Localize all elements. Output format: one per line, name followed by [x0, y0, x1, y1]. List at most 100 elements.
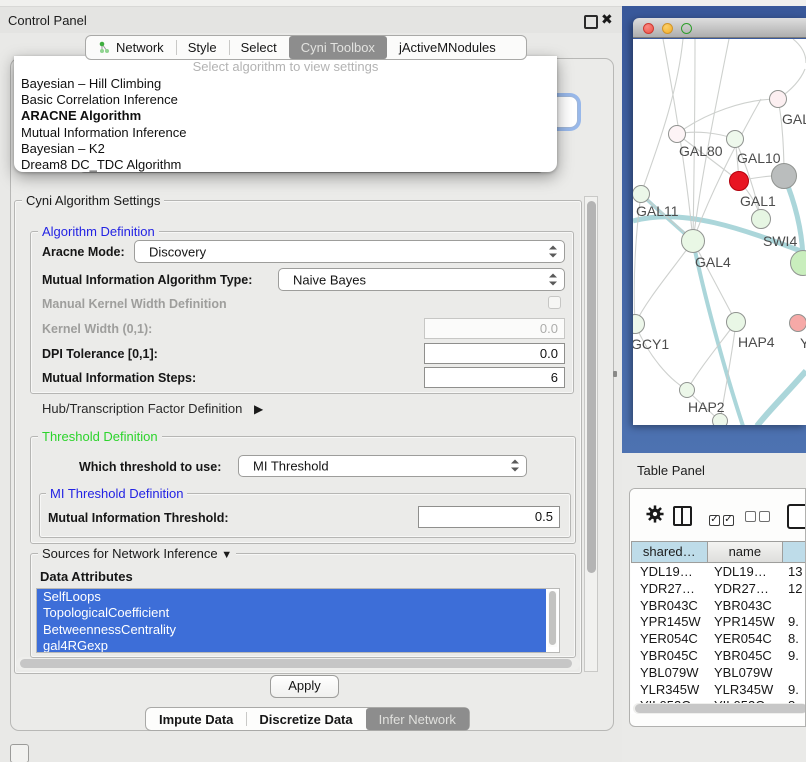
minimized-panel-icon[interactable] — [10, 744, 29, 762]
apply-button[interactable]: Apply — [270, 675, 339, 698]
settings-vertical-scrollbar[interactable] — [584, 196, 598, 672]
unchecked-box-icon — [759, 511, 770, 522]
tab-network-label: Network — [116, 40, 164, 55]
settings-vscroll-thumb[interactable] — [587, 201, 596, 573]
hide-columns-icon[interactable] — [745, 509, 773, 527]
tab-style[interactable]: Style — [176, 36, 229, 59]
mi-threshold-input[interactable]: 0.5 — [418, 506, 560, 528]
algorithm-option-selected[interactable]: ARACNE Algorithm — [21, 108, 553, 124]
table-hscroll-thumb[interactable] — [635, 704, 806, 713]
data-attributes-label: Data Attributes — [40, 569, 133, 584]
list-vertical-scrollbar[interactable] — [548, 591, 557, 647]
tab-infer-network[interactable]: Infer Network — [366, 708, 469, 730]
panel-divider-gripper[interactable] — [613, 371, 617, 377]
hub-section-label: Hub/Transcription Factor Definition — [42, 401, 242, 416]
algorithm-definition-title: Algorithm Definition — [38, 224, 159, 239]
settings-horizontal-scrollbar[interactable] — [16, 657, 580, 670]
algorithm-option[interactable]: Bayesian – K2 — [21, 141, 553, 157]
tab-cyni-toolbox[interactable]: Cyni Toolbox — [289, 36, 387, 59]
mi-algorithm-type-value: Naive Bayes — [293, 272, 366, 287]
column-header-shared-name[interactable]: shared… — [631, 541, 708, 563]
network-node[interactable] — [679, 382, 695, 398]
close-traffic-icon[interactable] — [643, 23, 654, 34]
table-cell: YDR27… — [631, 581, 708, 598]
threshold-definition-title: Threshold Definition — [38, 429, 162, 444]
control-panel-tabs: Network Style Select Cyni Toolbox jActiv… — [85, 35, 527, 60]
network-window[interactable]: GALGAL80GAL10GAL1GAL11SWI4GAL4GCY1HAP4YH… — [633, 18, 806, 425]
float-window-icon[interactable] — [584, 15, 598, 29]
table-cell: YLR345W — [631, 682, 708, 699]
list-item[interactable]: TopologicalCoefficient — [37, 605, 546, 621]
mi-steps-input[interactable]: 6 — [424, 367, 565, 388]
combo-spinner-icon — [549, 273, 557, 286]
columns-icon[interactable] — [673, 506, 692, 526]
network-window-titlebar[interactable] — [633, 18, 806, 38]
node-label: GAL4 — [695, 254, 731, 270]
node-label: GAL10 — [737, 150, 781, 166]
table-row[interactable]: YLR345WYLR345W9. — [631, 682, 806, 699]
zoom-traffic-icon[interactable] — [681, 23, 692, 34]
column-header-name[interactable]: name — [708, 541, 784, 563]
minimize-traffic-icon[interactable] — [662, 23, 673, 34]
algorithm-option[interactable]: Mutual Information Inference — [21, 125, 553, 141]
network-node[interactable] — [769, 90, 787, 108]
network-node[interactable] — [789, 314, 806, 332]
node-label: GAL — [782, 111, 806, 127]
tab-discretize-data[interactable]: Discretize Data — [246, 708, 365, 730]
algorithm-option[interactable]: Basic Correlation Inference — [21, 92, 553, 108]
close-icon[interactable]: ✖ — [601, 11, 613, 28]
network-node[interactable] — [668, 125, 686, 143]
aracne-mode-combobox[interactable]: Discovery — [134, 240, 565, 263]
list-item[interactable]: SelfLoops — [37, 589, 546, 605]
gear-icon[interactable] — [646, 505, 664, 523]
kernel-width-input[interactable]: 0.0 — [424, 318, 565, 339]
tab-jactivemnodules[interactable]: jActiveMNodules — [387, 36, 508, 59]
network-node[interactable] — [726, 312, 746, 332]
aracne-mode-label: Aracne Mode: — [42, 245, 125, 259]
tab-cyni-toolbox-label: Cyni Toolbox — [301, 40, 375, 55]
table-cell: 12 — [784, 581, 806, 598]
network-canvas[interactable]: GALGAL80GAL10GAL1GAL11SWI4GAL4GCY1HAP4YH… — [633, 39, 806, 425]
checked-box-icon: ✓ — [723, 515, 734, 526]
table-cell: YBL079W — [631, 665, 708, 682]
data-attributes-list[interactable]: SelfLoops TopologicalCoefficient Between… — [36, 588, 560, 653]
table-row[interactable]: YPR145WYPR145W9. — [631, 614, 806, 631]
tab-impute-data[interactable]: Impute Data — [146, 708, 246, 730]
list-item[interactable]: gal4RGexp — [37, 638, 546, 653]
network-node[interactable] — [726, 130, 744, 148]
algorithm-option[interactable]: Dream8 DC_TDC Algorithm — [21, 157, 553, 173]
table-row[interactable]: YER054CYER054C8. — [631, 631, 806, 648]
table-row[interactable]: YBL079WYBL079W — [631, 665, 806, 682]
manual-kernel-width-checkbox[interactable] — [548, 296, 561, 309]
table-horizontal-scrollbar[interactable] — [633, 703, 806, 714]
mi-algorithm-type-combobox[interactable]: Naive Bayes — [278, 268, 565, 291]
manual-kernel-width-label: Manual Kernel Width Definition — [42, 297, 227, 311]
table-row[interactable]: YBR043CYBR043C — [631, 598, 806, 615]
algorithm-option[interactable]: Bayesian – Hill Climbing — [21, 76, 553, 92]
network-node[interactable] — [681, 229, 705, 253]
column-header-partial[interactable] — [783, 541, 806, 563]
mi-steps-label: Mutual Information Steps: — [42, 371, 196, 385]
list-vscroll-thumb[interactable] — [549, 591, 556, 645]
settings-hscroll-thumb[interactable] — [20, 659, 572, 668]
collapse-down-icon[interactable]: ▼ — [221, 549, 232, 561]
unchecked-box-icon — [745, 511, 756, 522]
dpi-tolerance-input[interactable]: 0.0 — [424, 343, 565, 364]
table-row[interactable]: YDL19…YDL19…13 — [631, 564, 806, 581]
table-row[interactable]: YDR27…YDR27…12 — [631, 581, 806, 598]
table-cell: YDL19… — [708, 564, 784, 581]
expand-right-icon[interactable]: ▶ — [254, 402, 263, 416]
network-node[interactable] — [729, 171, 749, 191]
which-threshold-combobox[interactable]: MI Threshold — [238, 455, 527, 477]
show-columns-icon[interactable]: ✓✓ — [709, 509, 737, 527]
list-item[interactable]: BetweennessCentrality — [37, 622, 546, 638]
new-table-icon[interactable] — [787, 504, 806, 529]
table-row[interactable]: YBR045CYBR045C9. — [631, 648, 806, 665]
tab-network[interactable]: Network — [86, 36, 176, 59]
table-cell: YBR045C — [631, 648, 708, 665]
network-node[interactable] — [751, 209, 771, 229]
hub-section-row[interactable]: Hub/Transcription Factor Definition ▶ — [42, 401, 263, 416]
network-node[interactable] — [771, 163, 797, 189]
tab-select[interactable]: Select — [229, 36, 289, 59]
table-cell: YBR043C — [631, 598, 708, 615]
